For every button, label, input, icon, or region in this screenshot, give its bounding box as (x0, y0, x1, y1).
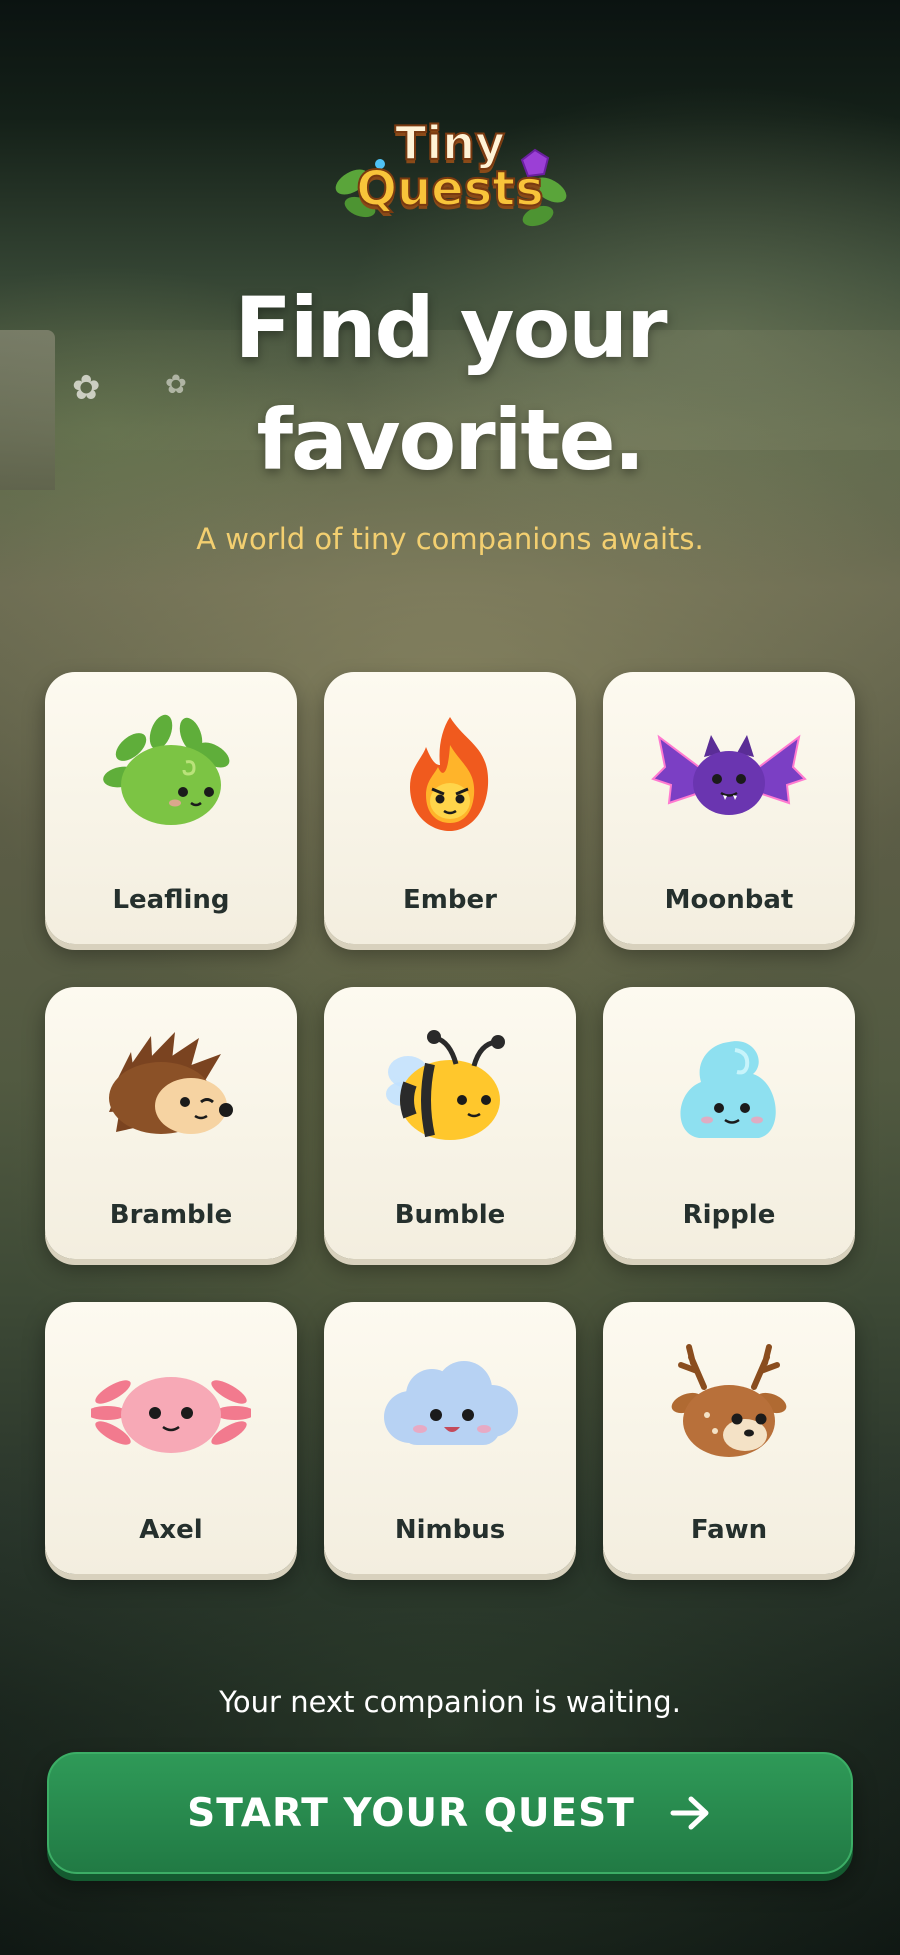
deer-icon (649, 1337, 809, 1467)
logo-line-2: Quests (355, 161, 545, 217)
moonbat-icon (649, 707, 809, 837)
companion-name: Leafling (112, 885, 230, 915)
hedgehog-icon (91, 1022, 251, 1152)
water-slime-icon (649, 1022, 809, 1152)
companion-name: Nimbus (394, 1515, 506, 1545)
ember-flame-icon (370, 707, 530, 837)
axolotl-icon (87, 1337, 255, 1467)
companion-card-bumble[interactable]: Bumble (324, 987, 576, 1259)
companion-card-bramble[interactable]: Bramble (45, 987, 297, 1259)
tagline: A world of tiny companions awaits. (196, 522, 704, 556)
cloud-icon (370, 1337, 530, 1467)
companion-name: Axel (139, 1515, 203, 1545)
companion-card-ember[interactable]: Ember (324, 672, 576, 944)
bee-icon (370, 1022, 530, 1152)
companion-card-leafling[interactable]: Leafling (45, 672, 297, 944)
logo-line-1: Tiny (394, 116, 506, 170)
start-quest-label: START YOUR QUEST (187, 1790, 635, 1836)
arrow-right-icon (669, 1795, 713, 1831)
companion-card-axel[interactable]: Axel (45, 1302, 297, 1574)
companion-name: Bramble (109, 1200, 233, 1230)
companion-name: Moonbat (664, 885, 794, 915)
waiting-message: Your next companion is waiting. (219, 1685, 681, 1719)
companion-name: Ember (403, 885, 497, 915)
companion-card-nimbus[interactable]: Nimbus (324, 1302, 576, 1574)
title-line-2: favorite. (256, 391, 646, 489)
app-logo: Tiny Quests (330, 112, 570, 242)
start-quest-button[interactable]: START YOUR QUEST (47, 1752, 853, 1874)
companion-grid: Leafling Ember Moonbat Bramble Bumble Ri… (45, 672, 855, 1574)
leafling-creature-icon (91, 707, 251, 837)
companion-card-moonbat[interactable]: Moonbat (603, 672, 855, 944)
companion-card-fawn[interactable]: Fawn (603, 1302, 855, 1574)
title-line-1: Find your (234, 279, 667, 377)
companion-name: Fawn (690, 1515, 768, 1545)
companion-card-ripple[interactable]: Ripple (603, 987, 855, 1259)
page-title: Find your favorite. (0, 272, 900, 496)
companion-name: Ripple (682, 1200, 776, 1230)
companion-name: Bumble (394, 1200, 506, 1230)
